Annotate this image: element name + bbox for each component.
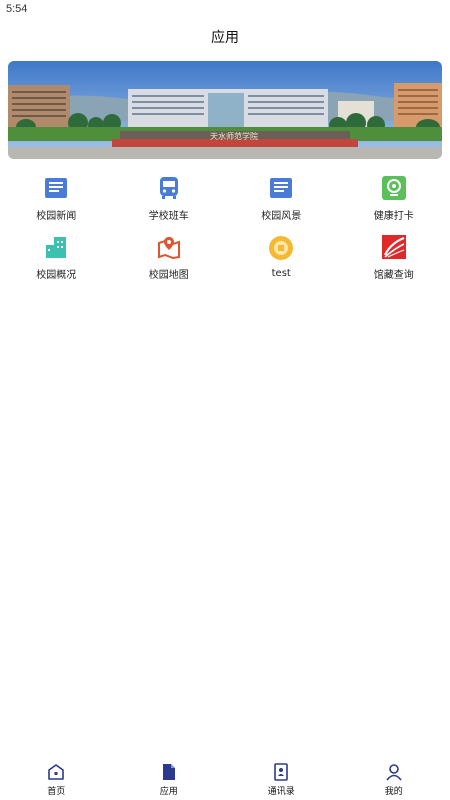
tab-label: 通讯录 [267,787,295,797]
app-campus-scenery[interactable]: 校园风景 [225,176,338,222]
health-checkin-icon [381,176,407,200]
scenery-icon [268,176,294,200]
map-icon [156,235,182,259]
building-icon [43,235,69,259]
page-title: 应用 [211,30,239,46]
app-label: 健康打卡 [373,211,414,222]
bus-icon [156,176,182,200]
app-health-checkin[interactable]: 健康打卡 [338,176,450,222]
tab-label: 首页 [47,787,66,797]
app-campus-news[interactable]: 校园新闻 [0,176,113,222]
app-label: 校园新闻 [36,211,77,222]
app-grid: 校园新闻 学校班车 校园风景 健康打卡 校园概况 校园地图 test 馆藏查询 [0,176,450,281]
status-bar: 5:54 [0,0,450,18]
app-school-bus[interactable]: 学校班车 [113,176,226,222]
contacts-icon [271,762,291,782]
tab-label: 我的 [384,787,403,797]
app-library-search[interactable]: 馆藏查询 [338,235,450,281]
app-label: 学校班车 [148,211,189,222]
tab-home[interactable]: 首页 [0,758,113,800]
test-icon [268,235,294,261]
app-campus-overview[interactable]: 校园概况 [0,235,113,281]
tab-profile[interactable]: 我的 [338,758,450,800]
app-test[interactable]: test [225,235,338,281]
app-label: 馆藏查询 [373,270,414,281]
profile-icon [384,762,404,782]
campus-photo: 天水师范学院 [8,61,442,159]
tab-contacts[interactable]: 通讯录 [225,758,338,800]
status-time: 5:54 [6,3,28,15]
app-campus-map[interactable]: 校园地图 [113,235,226,281]
bottom-tab-bar: 首页 应用 通讯录 我的 [0,758,450,800]
library-icon [381,235,407,259]
banner-sign-text: 天水师范学院 [210,131,258,141]
apps-doc-icon [159,762,179,782]
tab-apps[interactable]: 应用 [113,758,226,800]
app-label: 校园风景 [261,211,302,222]
home-icon [46,762,66,782]
page-header: 应用 [0,18,450,56]
app-label: 校园地图 [148,270,189,281]
app-label: test [271,268,291,279]
tab-label: 应用 [159,787,178,797]
news-icon [43,176,69,200]
app-label: 校园概况 [36,270,77,281]
campus-banner[interactable]: 天水师范学院 [8,61,442,159]
